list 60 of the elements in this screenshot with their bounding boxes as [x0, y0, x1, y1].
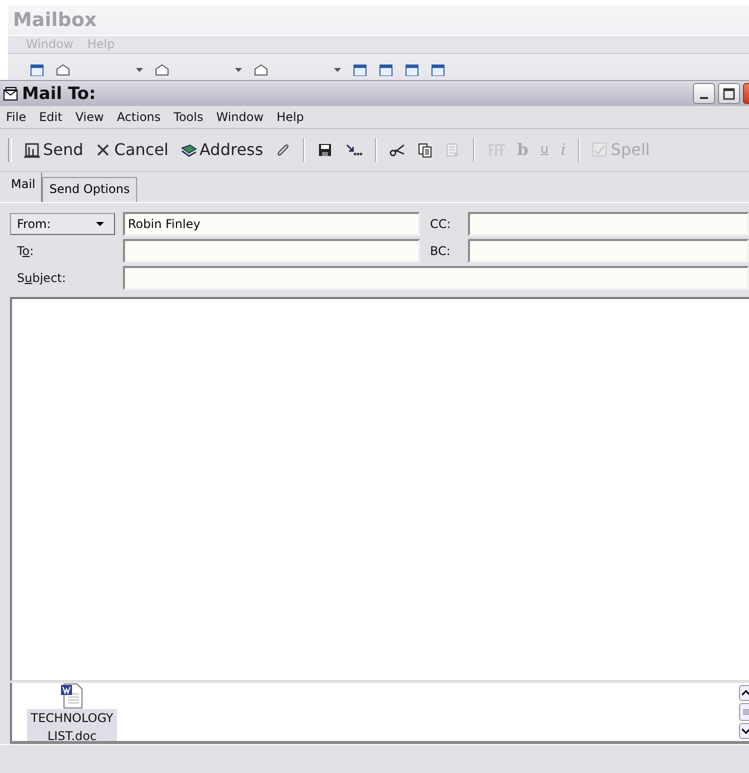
copy-icon [417, 142, 434, 158]
paste-icon [445, 142, 462, 158]
maximize-icon [723, 88, 735, 100]
tab[interactable]: Send Options [42, 177, 137, 202]
toolbar-button[interactable] [254, 64, 341, 76]
toolbar-button[interactable] [30, 64, 44, 76]
paperclip-icon [275, 142, 292, 158]
caret-icon [136, 68, 143, 72]
to-field[interactable] [123, 239, 420, 263]
minimize-icon [700, 96, 708, 98]
field-label: Subject: [16, 271, 67, 285]
mail-icon [3, 86, 19, 100]
field-label: BC: [429, 244, 452, 258]
send-icon [24, 142, 40, 158]
arrow-dots-icon [345, 142, 364, 158]
from-field[interactable]: Robin Finley [123, 212, 420, 236]
send-button[interactable]: Send [20, 139, 88, 161]
menu-item[interactable]: View [75, 110, 104, 124]
minimize-button[interactable] [693, 83, 715, 104]
toolbar-button[interactable] [155, 64, 242, 76]
window-title: Mailbox [12, 8, 97, 33]
menu-item[interactable]: Actions [116, 110, 161, 124]
window-title: Mail To: [22, 84, 96, 104]
toolbar-button[interactable] [405, 64, 419, 76]
field-label: CC: [429, 217, 452, 231]
scroll-down-button[interactable] [739, 723, 749, 739]
close-icon [95, 142, 112, 158]
attachment-name[interactable]: TECHNOLOGY LIST.doc [27, 709, 117, 741]
toolbar-button[interactable] [379, 64, 393, 76]
cancel-button[interactable]: Cancel [91, 139, 172, 161]
bc-field[interactable] [468, 239, 749, 263]
menu-item[interactable]: Help [276, 110, 304, 124]
from-dropdown[interactable]: From: [10, 213, 115, 235]
scroll-up-button[interactable] [739, 685, 749, 701]
caret-icon [235, 68, 242, 72]
menu-item[interactable]: Tools [174, 110, 204, 124]
maximize-button[interactable] [718, 83, 740, 104]
window-icon [30, 64, 44, 76]
menu-item[interactable]: Window [216, 110, 264, 124]
caret-icon [334, 68, 341, 72]
cc-field[interactable] [468, 212, 749, 236]
field-label: To: [16, 244, 35, 258]
window-icon [405, 64, 419, 76]
scissors-icon [389, 142, 406, 158]
message-body-field[interactable] [10, 297, 749, 681]
menu-item[interactable]: Edit [39, 110, 62, 124]
spell-check-icon [592, 142, 608, 158]
caret-icon [96, 222, 104, 226]
window-icon [379, 64, 393, 76]
address-button[interactable]: Address [176, 139, 268, 161]
toolbar-button[interactable] [353, 64, 367, 76]
window-icon [353, 64, 367, 76]
menu-item[interactable]: File [6, 110, 26, 124]
grip-icon [743, 709, 749, 715]
window-icon [431, 64, 445, 76]
font-icon [487, 142, 506, 158]
subject-field[interactable] [123, 266, 749, 290]
scroll-thumb[interactable] [739, 703, 749, 721]
toolbar-button[interactable] [431, 64, 445, 76]
toolbar-button[interactable] [56, 64, 143, 76]
